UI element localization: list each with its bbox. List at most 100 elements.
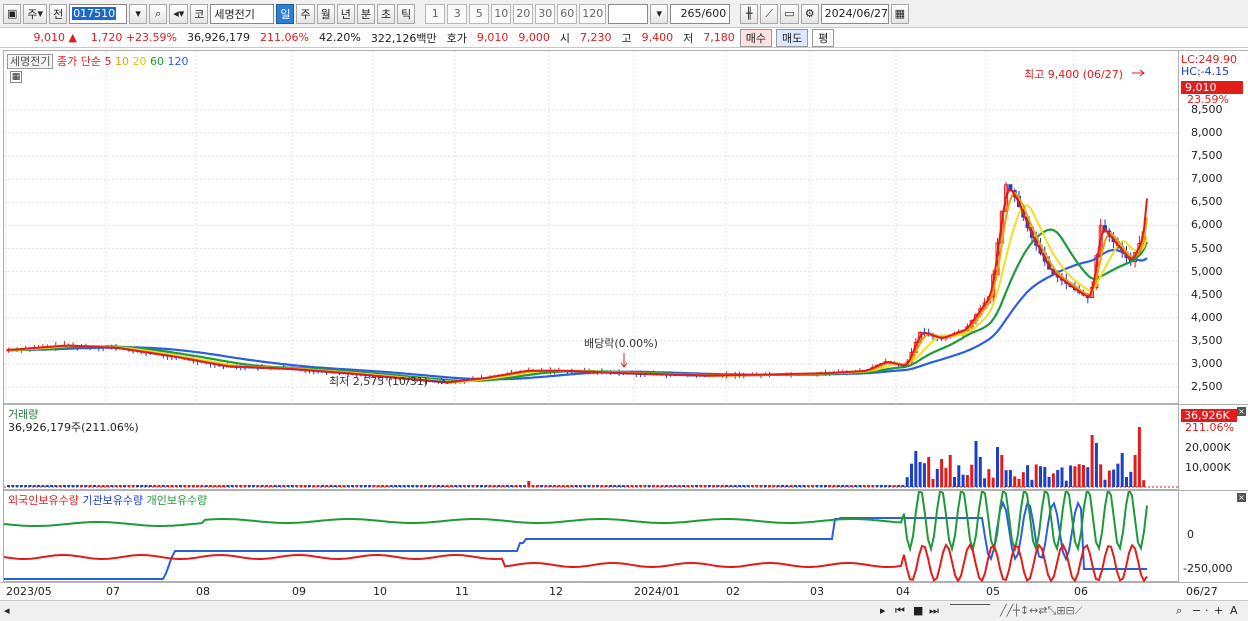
volume-bar: [415, 485, 419, 487]
period-year[interactable]: 년: [336, 3, 355, 24]
scroll-right-icon[interactable]: ▸: [880, 604, 886, 617]
stop-icon[interactable]: ■: [913, 604, 923, 617]
open-price: 7,230: [580, 31, 612, 44]
period-day[interactable]: 일: [276, 3, 295, 24]
auto-scale-icon[interactable]: A: [1230, 604, 1238, 617]
volume-bar: [406, 485, 410, 487]
stock-name-field[interactable]: 세명전기: [210, 3, 275, 24]
x-axis-label: 04: [896, 585, 910, 598]
interval-120[interactable]: 120: [579, 3, 607, 24]
drawing-tools-icon[interactable]: ╱╱┼↕↔⇄⤡⊞⊟⟋: [1000, 604, 1082, 618]
type1-label: 주: [27, 7, 38, 21]
volume-bar: [996, 447, 999, 487]
period-month[interactable]: 월: [316, 3, 335, 24]
volume-bar: [37, 485, 41, 487]
price-tick: 6,000: [1191, 218, 1223, 232]
first-icon[interactable]: ⏮: [895, 604, 905, 618]
volume-bar: [983, 478, 987, 487]
interval-30[interactable]: 30: [535, 3, 556, 24]
volume-bar: [905, 477, 909, 487]
volume-bar: [1125, 477, 1128, 487]
volume-bar: [716, 485, 720, 487]
volume-bar: [974, 441, 978, 487]
volume-bar: [316, 485, 320, 487]
high-label: 고: [621, 31, 632, 45]
volume-bar: [531, 485, 535, 487]
volume-panel[interactable]: 거래량 36,926,179주(211.06%): [3, 404, 1180, 490]
period-second[interactable]: 초: [376, 3, 396, 24]
volume-bar: [793, 485, 797, 487]
x-axis-label: 11: [455, 585, 469, 598]
sell-button[interactable]: 매도: [776, 28, 809, 47]
interval-20[interactable]: 20: [513, 3, 534, 24]
window-icon[interactable]: ▣: [3, 3, 22, 24]
legend-institution: 기관보유수량: [82, 494, 144, 507]
type-select-1[interactable]: 주 ▾: [23, 3, 48, 24]
search-icon[interactable]: ⌕: [149, 3, 168, 24]
interval-dropdown-icon[interactable]: ▾: [650, 3, 669, 24]
volume-bar: [329, 485, 333, 487]
candle-icon[interactable]: ╫: [740, 3, 759, 24]
last-icon[interactable]: ⏭: [929, 604, 939, 618]
holding-legend: 외국인보유수량 기관보유수량 개인보유수량: [8, 492, 207, 508]
legend-ma10: 10: [114, 55, 129, 68]
stock-code-input[interactable]: 017510: [69, 3, 128, 24]
scroll-slider[interactable]: [950, 604, 990, 605]
volume-bar: [230, 485, 234, 487]
zoom-in-icon[interactable]: +: [1214, 604, 1223, 617]
volume-bar: [471, 485, 475, 487]
table-icon[interactable]: ▦: [10, 71, 22, 83]
dividend-note: 배당락(0.00%): [584, 337, 658, 350]
buy-button[interactable]: 매수: [739, 28, 772, 47]
volume-bar: [351, 485, 354, 487]
volume-bar: [798, 485, 802, 487]
interval-3[interactable]: 3: [447, 3, 468, 24]
count-input[interactable]: 265/600: [670, 3, 731, 24]
price-panel[interactable]: 세명전기 종가 단순 5 10 20 60 120 ▦ 최고 9,400 (06…: [3, 50, 1180, 405]
interval-5[interactable]: 5: [469, 3, 490, 24]
volume-bar: [80, 485, 84, 487]
zoom-icon[interactable]: ⌕: [1176, 604, 1182, 618]
gear-icon[interactable]: ⚙: [800, 3, 819, 24]
volume-bar: [991, 477, 995, 487]
volume-bar: [643, 485, 647, 487]
interval-60[interactable]: 60: [557, 3, 578, 24]
volume-bar: [875, 485, 879, 487]
holding-tick-neg: -250,000: [1183, 562, 1233, 575]
volume-bar: [385, 485, 389, 487]
market-badge: 코: [190, 3, 209, 24]
volume-bar: [918, 462, 922, 487]
change-pct: +23.59%: [125, 31, 177, 44]
zoom-reset-icon[interactable]: ·: [1205, 604, 1209, 617]
zoom-out-icon[interactable]: −: [1192, 604, 1201, 617]
type-select-2[interactable]: 전: [49, 3, 68, 24]
volume-bar: [944, 467, 948, 487]
scroll-left-icon[interactable]: ◂: [4, 604, 10, 617]
period-minute[interactable]: 분: [356, 3, 375, 24]
volume-bar: [19, 485, 23, 487]
speaker-icon[interactable]: ◂▾: [169, 3, 189, 24]
volume-bar: [578, 485, 582, 487]
date-input[interactable]: 2024/06/27: [820, 3, 889, 24]
volume-bar: [699, 485, 703, 487]
volume-bar: [656, 485, 660, 487]
trend-tool-icon[interactable]: ⟋: [760, 3, 779, 24]
price-tick: 3,000: [1191, 356, 1223, 370]
calendar-icon[interactable]: ▦: [890, 3, 910, 24]
volume-bar: [854, 485, 858, 487]
close-icon[interactable]: ×: [1237, 493, 1246, 502]
holding-panel[interactable]: 외국인보유수량 기관보유수량 개인보유수량: [3, 490, 1179, 583]
volume-bar: [652, 485, 655, 487]
interval-10[interactable]: 10: [491, 3, 512, 24]
close-icon[interactable]: ×: [1237, 407, 1246, 416]
custom-interval-input[interactable]: [608, 3, 649, 24]
code-dropdown-icon[interactable]: ▾: [129, 3, 148, 24]
eval-button[interactable]: 평: [812, 28, 835, 47]
interval-1[interactable]: 1: [425, 3, 446, 24]
save-icon[interactable]: ▭: [780, 3, 799, 24]
volume-bar: [789, 485, 793, 487]
period-tick[interactable]: 틱: [397, 3, 416, 24]
volume-bar: [363, 485, 367, 487]
period-week[interactable]: 주: [296, 3, 315, 24]
volume-bar: [1056, 470, 1060, 487]
